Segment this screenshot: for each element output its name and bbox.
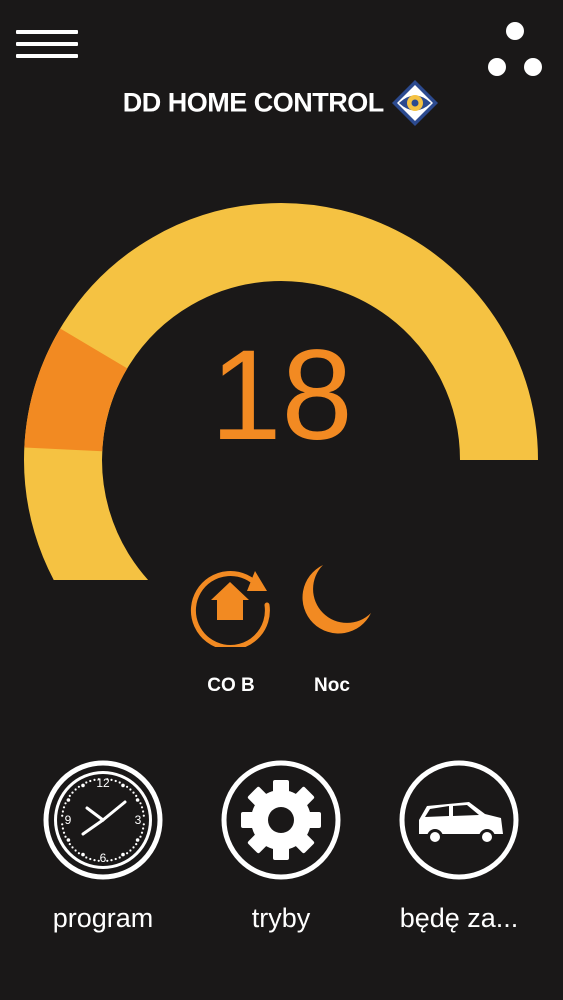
program-button[interactable]: 12 3 6 9 — [41, 758, 165, 882]
brand-header: DD HOME CONTROL — [0, 78, 563, 128]
dot-icon — [488, 58, 506, 76]
app-title: DD HOME CONTROL — [122, 87, 384, 118]
modes-button[interactable] — [219, 758, 343, 882]
more-options-button[interactable] — [486, 20, 546, 80]
home-cycle-icon — [190, 571, 270, 647]
menu-bar — [16, 42, 78, 46]
moon-icon — [302, 565, 371, 634]
away-label[interactable]: będę za... — [374, 903, 544, 934]
brand-logo-icon — [392, 80, 439, 126]
svg-text:9: 9 — [65, 813, 72, 827]
dot-icon — [524, 58, 542, 76]
menu-bar — [16, 54, 78, 58]
time-period-label: Noc — [314, 675, 350, 696]
menu-bar — [16, 30, 78, 34]
away-button[interactable] — [397, 758, 521, 882]
modes-label[interactable]: tryby — [196, 903, 366, 934]
menu-button[interactable] — [16, 30, 78, 70]
dot-icon — [506, 22, 524, 40]
svg-text:6: 6 — [100, 851, 107, 865]
svg-text:3: 3 — [135, 813, 142, 827]
temperature-value: 18 — [210, 324, 353, 467]
program-label[interactable]: program — [18, 903, 188, 934]
svg-text:12: 12 — [96, 776, 110, 790]
